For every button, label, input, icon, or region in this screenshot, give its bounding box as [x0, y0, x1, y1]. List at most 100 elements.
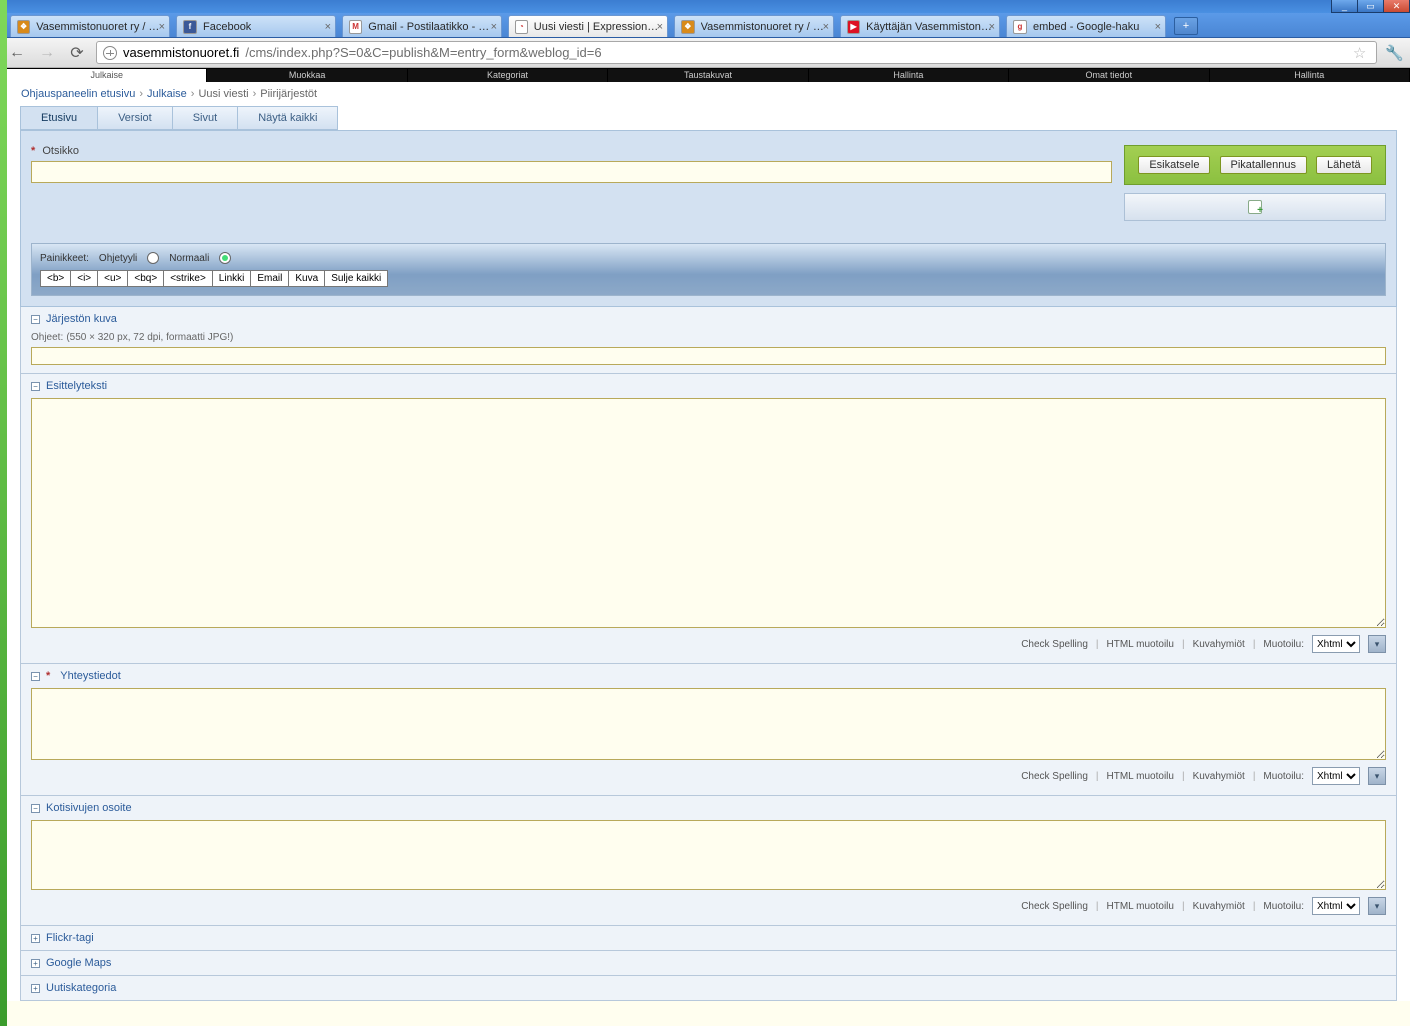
- format-button[interactable]: Linkki: [213, 270, 252, 287]
- format-select[interactable]: Xhtml: [1312, 897, 1360, 915]
- collapse-toggle[interactable]: −: [31, 804, 40, 813]
- topnav-item[interactable]: Julkaise: [7, 69, 207, 82]
- section-title[interactable]: Yhteystiedot: [60, 670, 121, 682]
- browser-tab[interactable]: fFacebook×: [176, 15, 336, 37]
- section-title[interactable]: Flickr-tagi: [46, 932, 94, 944]
- topnav-item[interactable]: Omat tiedot: [1009, 69, 1209, 82]
- format-button[interactable]: <bq>: [128, 270, 164, 287]
- submit-button[interactable]: Lähetä: [1316, 156, 1372, 174]
- section-title[interactable]: Uutiskategoria: [46, 982, 116, 994]
- nav-forward-button[interactable]: →: [36, 42, 58, 64]
- tab-close-icon[interactable]: ×: [159, 21, 165, 33]
- check-spelling-link[interactable]: Check Spelling: [1021, 901, 1088, 912]
- koti-textarea[interactable]: [31, 820, 1386, 890]
- browser-tab[interactable]: ◔Uusi viesti | ExpressionEngin×: [508, 15, 668, 37]
- collapse-toggle[interactable]: +: [31, 934, 40, 943]
- html-format-link[interactable]: HTML muotoilu: [1107, 901, 1174, 912]
- format-apply-button[interactable]: ▾: [1368, 767, 1386, 785]
- format-apply-button[interactable]: ▾: [1368, 897, 1386, 915]
- html-format-link[interactable]: HTML muotoilu: [1107, 639, 1174, 650]
- crumb-link[interactable]: Ohjauspaneelin etusivu: [21, 88, 135, 100]
- window-minimize-button[interactable]: _: [1331, 0, 1358, 13]
- topnav-item[interactable]: Taustakuvat: [608, 69, 808, 82]
- window-maximize-button[interactable]: ▭: [1357, 0, 1384, 13]
- window-close-button[interactable]: ✕: [1383, 0, 1410, 13]
- glossary-link[interactable]: Kuvahymiöt: [1193, 639, 1245, 650]
- new-tab-button[interactable]: +: [1174, 17, 1198, 35]
- check-spelling-link[interactable]: Check Spelling: [1021, 771, 1088, 782]
- collapse-toggle[interactable]: +: [31, 959, 40, 968]
- collapse-toggle[interactable]: +: [31, 984, 40, 993]
- title-label: Otsikko: [42, 145, 79, 157]
- textarea-tools: Check Spelling| HTML muotoilu| Kuvahymiö…: [31, 631, 1386, 655]
- fmt-radio-normal[interactable]: [219, 252, 231, 264]
- tab-close-icon[interactable]: ×: [491, 21, 497, 33]
- glossary-link[interactable]: Kuvahymiöt: [1193, 771, 1245, 782]
- nav-back-button[interactable]: ←: [6, 42, 28, 64]
- title-input[interactable]: [31, 161, 1112, 183]
- settings-wrench-icon[interactable]: 🔧: [1385, 44, 1404, 62]
- kuva-input[interactable]: [31, 347, 1386, 365]
- topnav-item[interactable]: Muokkaa: [207, 69, 407, 82]
- crumb-link[interactable]: Julkaise: [147, 88, 187, 100]
- tab-close-icon[interactable]: ×: [989, 21, 995, 33]
- format-select[interactable]: Xhtml: [1312, 635, 1360, 653]
- url-path: /cms/index.php?S=0&C=publish&M=entry_for…: [245, 45, 601, 60]
- format-apply-button[interactable]: ▾: [1368, 635, 1386, 653]
- topnav-item[interactable]: Hallinta: [1210, 69, 1410, 82]
- section-title[interactable]: Google Maps: [46, 957, 111, 969]
- format-select[interactable]: Xhtml: [1312, 767, 1360, 785]
- quicksave-button[interactable]: Pikatallennus: [1220, 156, 1307, 174]
- section-title[interactable]: Esittelyteksti: [46, 380, 107, 392]
- entry-tab[interactable]: Sivut: [173, 106, 238, 130]
- section-uutiskategoria: + Uutiskategoria: [20, 976, 1397, 1001]
- browser-tab[interactable]: MGmail - Postilaatikko - eliisa×: [342, 15, 502, 37]
- tab-close-icon[interactable]: ×: [1155, 21, 1161, 33]
- formatting-toolbar: Painikkeet: Ohjetyyli Normaali <b><i><u>…: [31, 243, 1386, 296]
- favicon-icon: f: [183, 20, 197, 34]
- browser-tabstrip: ❖Vasemmistonuoret ry / Toim× fFacebook× MG…: [0, 13, 1410, 38]
- tab-close-icon[interactable]: ×: [325, 21, 331, 33]
- format-button[interactable]: Email: [251, 270, 289, 287]
- entry-tab[interactable]: Etusivu: [20, 106, 98, 130]
- format-button[interactable]: Kuva: [289, 270, 325, 287]
- topnav-item[interactable]: Kategoriat: [408, 69, 608, 82]
- collapse-toggle[interactable]: −: [31, 672, 40, 681]
- section-title[interactable]: Järjestön kuva: [46, 313, 117, 325]
- yhteys-textarea[interactable]: [31, 688, 1386, 760]
- preview-button[interactable]: Esikatsele: [1138, 156, 1210, 174]
- tab-close-icon[interactable]: ×: [823, 21, 829, 33]
- section-esittelyteksti: − Esittelyteksti Check Spelling| HTML mu…: [20, 374, 1397, 664]
- browser-tab[interactable]: gembed - Google-haku×: [1006, 15, 1166, 37]
- format-button[interactable]: Sulje kaikki: [325, 270, 388, 287]
- section-title[interactable]: Kotisivujen osoite: [46, 802, 132, 814]
- format-button[interactable]: <i>: [71, 270, 98, 287]
- entry-tab[interactable]: Versiot: [98, 106, 173, 130]
- url-input[interactable]: vasemmistonuoret.fi/cms/index.php?S=0&C=…: [96, 41, 1377, 64]
- fmt-radio-guide[interactable]: [147, 252, 159, 264]
- format-button[interactable]: <u>: [98, 270, 128, 287]
- topnav-item[interactable]: Hallinta: [809, 69, 1009, 82]
- entry-tab[interactable]: Näytä kaikki: [238, 106, 338, 130]
- nav-reload-button[interactable]: ⟳: [66, 42, 88, 64]
- format-button[interactable]: <b>: [40, 270, 71, 287]
- glossary-link[interactable]: Kuvahymiöt: [1193, 901, 1245, 912]
- esittely-textarea[interactable]: [31, 398, 1386, 628]
- check-spelling-link[interactable]: Check Spelling: [1021, 639, 1088, 650]
- tab-label: Uusi viesti | ExpressionEngin: [534, 21, 661, 33]
- section-yhteystiedot: − * Yhteystiedot Check Spelling| HTML mu…: [20, 664, 1397, 796]
- collapse-toggle[interactable]: −: [31, 382, 40, 391]
- crumb-current: Uusi viesti: [198, 88, 248, 100]
- browser-tab[interactable]: ▶Käyttäjän Vasemmistonuore×: [840, 15, 1000, 37]
- bookmark-star-icon[interactable]: ☆: [1353, 44, 1366, 62]
- upload-box[interactable]: [1124, 193, 1386, 221]
- format-button[interactable]: <strike>: [164, 270, 213, 287]
- collapse-toggle[interactable]: −: [31, 315, 40, 324]
- breadcrumb: Ohjauspaneelin etusivu›Julkaise›Uusi vie…: [7, 82, 1410, 106]
- browser-tab[interactable]: ❖Vasemmistonuoret ry / Toim×: [10, 15, 170, 37]
- required-marker: *: [46, 670, 50, 682]
- format-label: Muotoilu:: [1263, 771, 1304, 782]
- browser-tab[interactable]: ❖Vasemmistonuoret ry / Etel×: [674, 15, 834, 37]
- tab-close-icon[interactable]: ×: [657, 21, 663, 33]
- html-format-link[interactable]: HTML muotoilu: [1107, 771, 1174, 782]
